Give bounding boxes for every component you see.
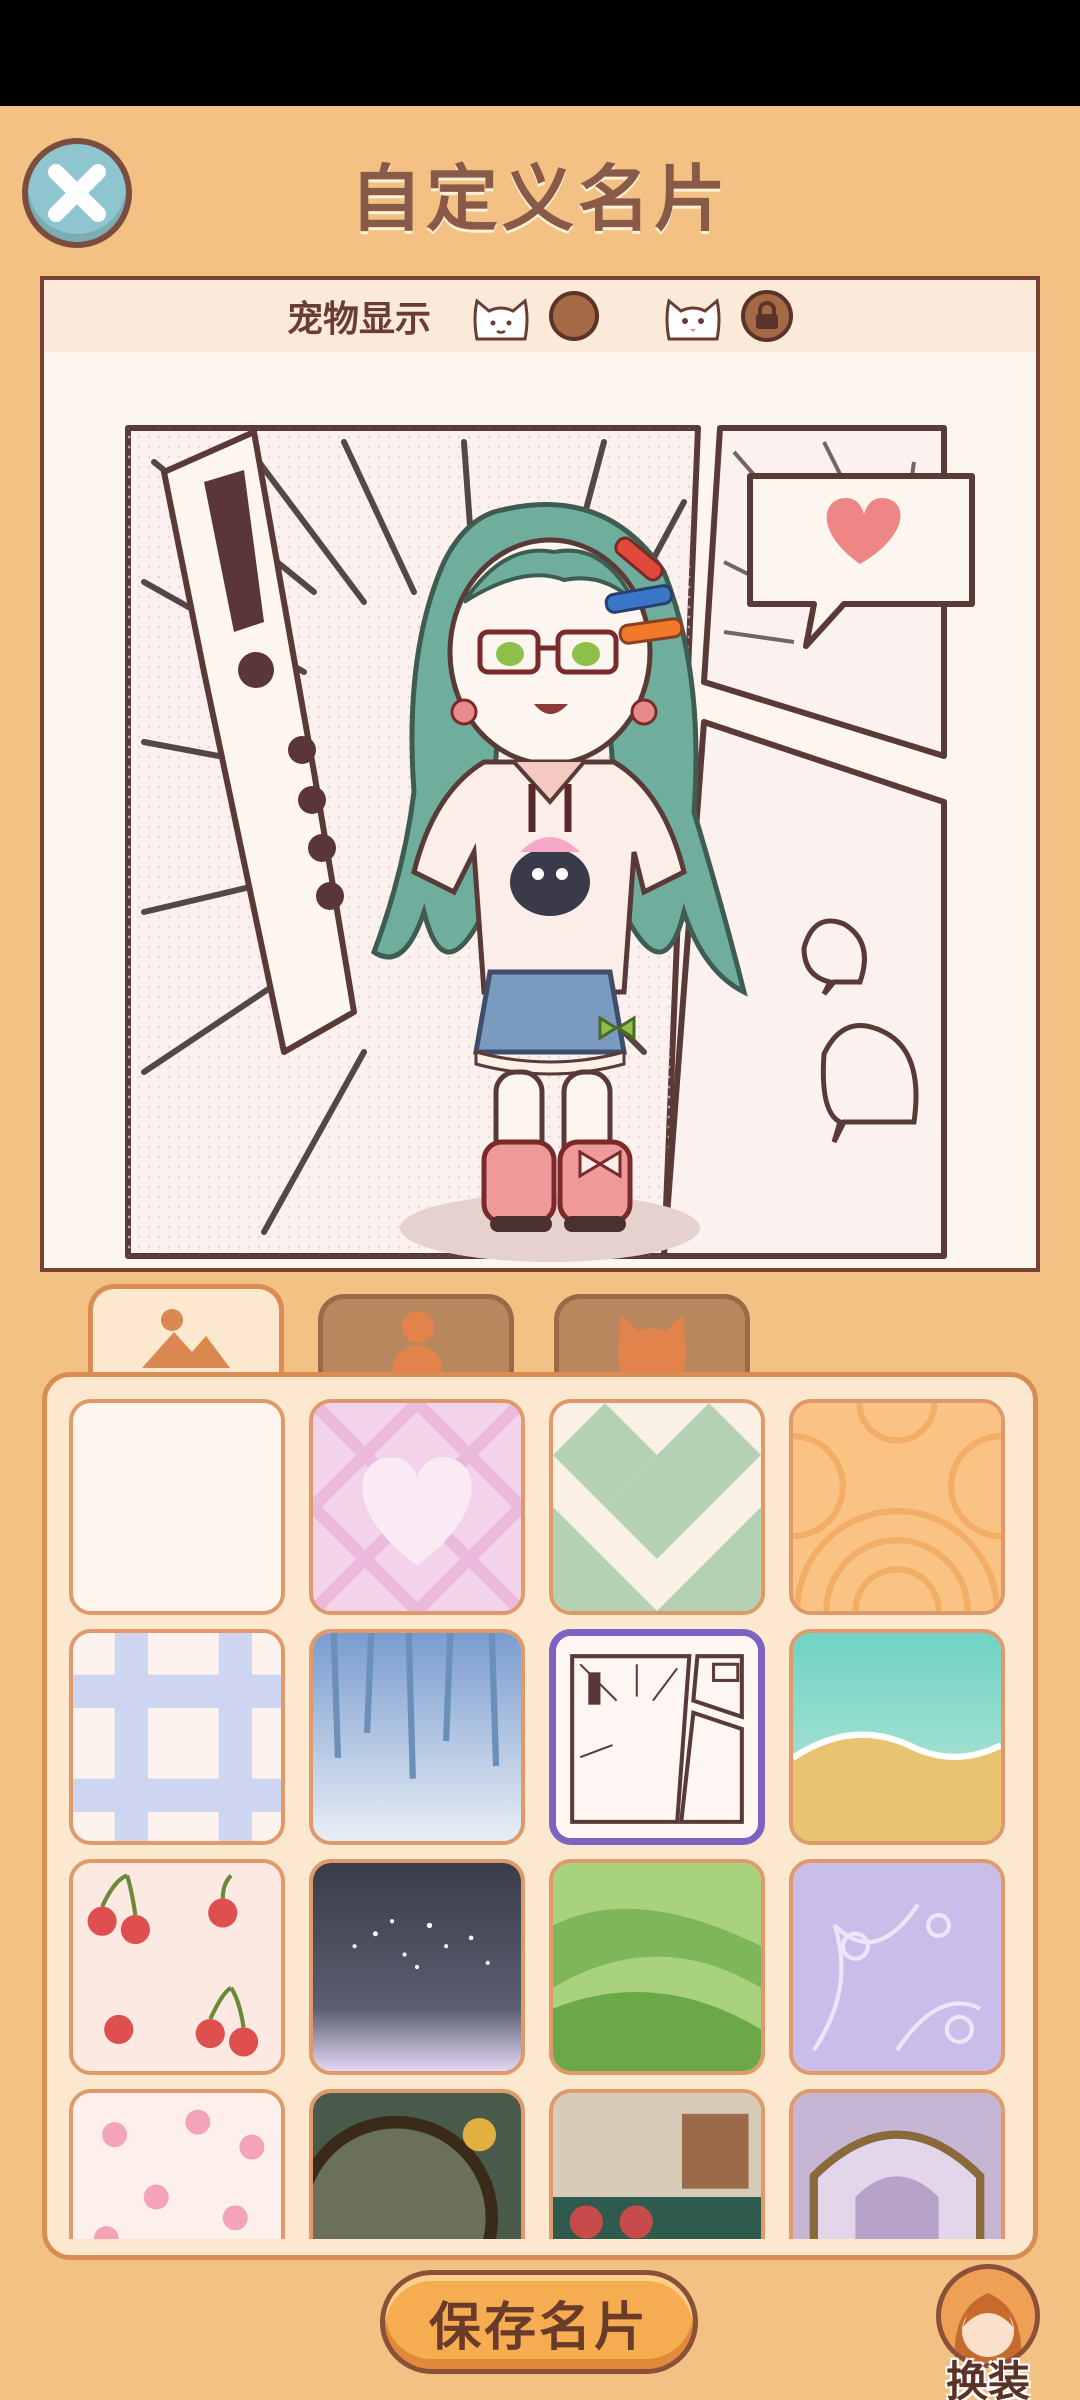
dress-up-label: 换装 xyxy=(945,2357,1030,2400)
background-tile-cafe-interior[interactable] xyxy=(549,2089,765,2239)
page-title: 自定义名片 xyxy=(349,157,730,241)
background-tile-plain-cream[interactable] xyxy=(69,1399,285,1615)
category-tabs xyxy=(88,1284,788,1384)
background-selector-panel xyxy=(42,1372,1038,2260)
background-tile-cherry-pattern[interactable] xyxy=(69,1859,285,2075)
background-tile-autumn-window[interactable] xyxy=(309,2089,525,2239)
background-tile-pink-blossom[interactable] xyxy=(69,2089,285,2239)
status-bar xyxy=(0,0,1080,106)
dress-up-button[interactable]: 换装 xyxy=(930,2264,1046,2400)
lock-icon xyxy=(756,301,778,329)
background-tile-hanging-leaves[interactable] xyxy=(309,1629,525,1845)
pet-option-locked[interactable] xyxy=(741,290,793,342)
background-tile-pink-heart-plaid[interactable] xyxy=(309,1399,525,1615)
background-grid xyxy=(69,1399,1019,2239)
cat-outline-icon xyxy=(473,298,529,341)
cat-head-icon xyxy=(618,1314,686,1373)
background-tile-orange-wave-pattern[interactable] xyxy=(789,1399,1005,1615)
background-tile-blue-plaid[interactable] xyxy=(69,1629,285,1845)
background-tile-green-diamond-check[interactable] xyxy=(549,1399,765,1615)
pet-display-row: 宠物显示 xyxy=(44,280,1036,352)
background-tile-green-hills[interactable] xyxy=(549,1859,765,2075)
save-card-button[interactable]: 保存名片 xyxy=(380,2270,698,2374)
background-tile-starry-night[interactable] xyxy=(309,1859,525,2075)
character-icon xyxy=(392,1310,442,1373)
tab-pet[interactable] xyxy=(554,1294,750,1384)
background-scene-icon xyxy=(142,1308,230,1368)
background-tile-lavender-floral[interactable] xyxy=(789,1859,1005,2075)
pet-display-label: 宠物显示 xyxy=(286,299,431,340)
tab-character[interactable] xyxy=(318,1294,514,1384)
background-tile-comic-panel[interactable] xyxy=(549,1629,765,1845)
comic-background-scene xyxy=(44,352,1036,1268)
cat-face-icon xyxy=(665,298,721,341)
pet-option-selected-toggle[interactable] xyxy=(549,291,599,341)
background-tile-art-nouveau-arch[interactable] xyxy=(789,2089,1005,2239)
background-tile-beach-shore[interactable] xyxy=(789,1629,1005,1845)
tab-background[interactable] xyxy=(88,1284,284,1384)
name-card-preview: 宠物显示 xyxy=(40,276,1040,1272)
